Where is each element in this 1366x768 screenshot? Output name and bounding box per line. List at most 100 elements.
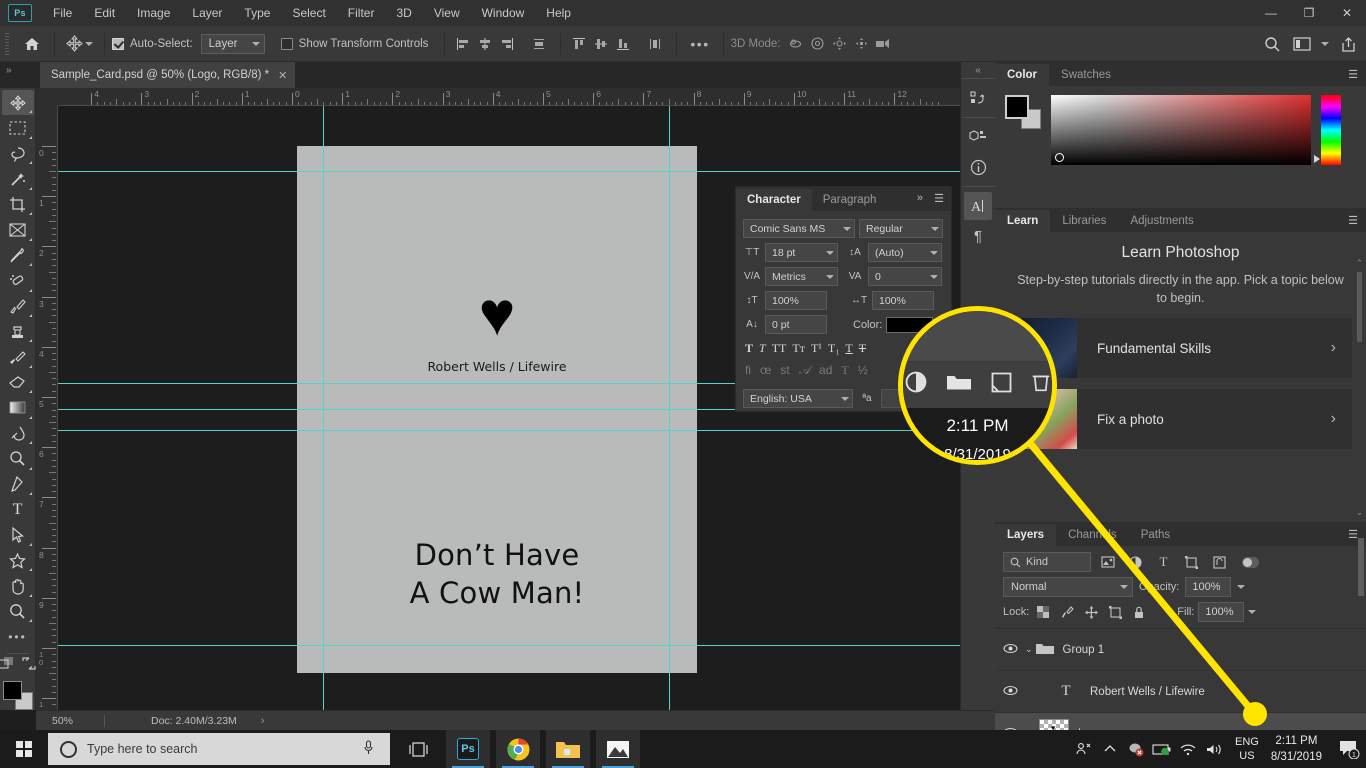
microphone-icon[interactable] xyxy=(363,739,374,759)
panel-overflow-icon[interactable]: » xyxy=(917,192,923,204)
menu-help[interactable]: Help xyxy=(535,2,582,24)
type-layer-filter-icon[interactable]: T xyxy=(1152,552,1175,572)
all-caps-button[interactable]: TT xyxy=(772,341,787,356)
auto-select-scope-dropdown[interactable]: Layer xyxy=(200,33,265,54)
eye-icon[interactable] xyxy=(995,685,1025,699)
tab-swatches[interactable]: Swatches xyxy=(1049,64,1123,86)
color-swatches[interactable] xyxy=(2,680,33,710)
guide-vertical-right[interactable] xyxy=(669,106,670,710)
meet-now-icon[interactable] xyxy=(1071,730,1097,768)
align-vertical-centers-button[interactable] xyxy=(590,33,612,55)
table-row[interactable]: ⌄ Group 1 xyxy=(995,629,1366,671)
file-explorer-taskbar-icon[interactable] xyxy=(546,730,590,768)
fill-field[interactable]: 100% xyxy=(1198,602,1245,622)
guide-horizontal-1[interactable] xyxy=(58,171,995,172)
tab-channels[interactable]: Channels xyxy=(1056,524,1129,546)
hue-strip[interactable] xyxy=(1314,95,1341,165)
orbit-3d-icon[interactable] xyxy=(784,33,806,55)
menu-file[interactable]: File xyxy=(42,2,83,24)
menu-view[interactable]: View xyxy=(423,2,471,24)
horizontal-ruler[interactable]: 4 3 2 1 0 1 2 3 4 5 6 7 8 9 10 11 12 xyxy=(58,88,995,106)
zoom-3d-camera-icon[interactable] xyxy=(872,33,894,55)
align-right-edges-button[interactable] xyxy=(496,33,518,55)
close-icon[interactable]: ✕ xyxy=(278,69,287,82)
align-horizontal-centers-button[interactable] xyxy=(474,33,496,55)
wifi-icon[interactable] xyxy=(1175,730,1201,768)
kerning-field[interactable]: Metrics xyxy=(765,267,838,286)
menu-type[interactable]: Type xyxy=(233,2,281,24)
scrollbar-thumb[interactable] xyxy=(1358,538,1364,596)
guide-horizontal-5[interactable] xyxy=(58,645,995,646)
crop-tool[interactable] xyxy=(2,192,34,217)
rectangular-marquee-tool[interactable] xyxy=(2,115,34,140)
learn-card-fundamental-skills[interactable]: Fundamental Skills › xyxy=(1009,318,1352,378)
pen-tool[interactable] xyxy=(2,472,34,497)
menu-image[interactable]: Image xyxy=(126,2,181,24)
move-tool[interactable] xyxy=(1,90,34,116)
document-tab[interactable]: Sample_Card.psd @ 50% (Logo, RGB/8) * ✕ xyxy=(40,62,296,88)
custom-shape-tool[interactable] xyxy=(2,548,34,573)
stylistic-alternates-button[interactable]: T xyxy=(841,363,848,378)
show-transform-controls-checkbox[interactable] xyxy=(280,37,293,50)
lock-image-pixels-icon[interactable] xyxy=(1057,603,1077,621)
adjustment-layer-filter-icon[interactable] xyxy=(1124,552,1147,572)
task-view-icon[interactable] xyxy=(396,730,440,768)
layers-scrollbar[interactable] xyxy=(1356,522,1366,657)
ruler-origin-corner[interactable] xyxy=(36,88,58,106)
menu-select[interactable]: Select xyxy=(281,2,336,24)
edit-toolbar-button[interactable]: ••• xyxy=(2,624,34,649)
quick-mask-icon[interactable] xyxy=(0,656,14,675)
chrome-taskbar-icon[interactable] xyxy=(496,730,540,768)
screen-mode-icon[interactable] xyxy=(22,657,36,675)
dodge-tool[interactable] xyxy=(2,446,34,471)
panel-menu-icon[interactable]: ☰ xyxy=(1348,68,1358,81)
standard-ligatures-button[interactable]: fi xyxy=(745,363,751,378)
collapse-panels-icon[interactable]: « xyxy=(975,65,981,76)
underline-button[interactable]: T xyxy=(845,341,852,356)
more-options-button[interactable]: ••• xyxy=(684,36,715,52)
vertical-ruler[interactable]: 0 1 2 3 4 5 6 7 8 9 1 0 1 1 xyxy=(36,106,58,710)
slide-3d-icon[interactable] xyxy=(850,33,872,55)
spot-healing-brush-tool[interactable] xyxy=(2,268,34,293)
tracking-field[interactable]: 0 xyxy=(868,267,942,286)
photoshop-taskbar-icon[interactable]: Ps xyxy=(446,730,490,768)
photos-taskbar-icon[interactable] xyxy=(596,730,640,768)
chevron-down-icon[interactable] xyxy=(1318,30,1332,58)
superscript-button[interactable]: T¹ xyxy=(811,341,822,356)
panel-menu-icon[interactable]: ☰ xyxy=(934,192,944,205)
tab-adjustments[interactable]: Adjustments xyxy=(1118,210,1205,232)
leading-field[interactable]: (Auto) xyxy=(868,243,942,262)
language-dropdown[interactable]: English: USA xyxy=(743,389,853,408)
shape-layer-filter-icon[interactable] xyxy=(1180,552,1203,572)
hand-tool[interactable] xyxy=(2,573,34,598)
scroll-up-icon[interactable]: ⌃ xyxy=(1355,258,1364,269)
font-style-dropdown[interactable]: Regular xyxy=(859,219,943,238)
guide-horizontal-4[interactable] xyxy=(58,430,995,431)
volume-icon[interactable] xyxy=(1201,730,1227,768)
layer-name[interactable]: Robert Wells / Lifewire xyxy=(1081,686,1205,698)
strikethrough-button[interactable]: T xyxy=(859,341,866,356)
blur-tool[interactable] xyxy=(2,421,34,446)
info-icon[interactable] xyxy=(964,153,992,181)
contextual-alternates-button[interactable]: œ xyxy=(760,363,771,378)
character-panel-icon[interactable]: A xyxy=(964,192,992,220)
options-bar-grip[interactable] xyxy=(4,32,12,55)
color-ramp[interactable] xyxy=(1051,95,1311,165)
blend-mode-dropdown[interactable]: Normal xyxy=(1003,577,1133,597)
faux-bold-button[interactable]: T xyxy=(745,341,753,356)
eraser-tool[interactable] xyxy=(2,370,34,395)
align-top-edges-button[interactable] xyxy=(568,33,590,55)
chevron-down-icon[interactable] xyxy=(1248,610,1257,614)
tool-preset-picker[interactable] xyxy=(62,35,97,52)
subscript-button[interactable]: T₁ xyxy=(828,341,840,356)
zoom-level-field[interactable]: 50% xyxy=(36,715,104,727)
pixel-layer-filter-icon[interactable] xyxy=(1096,552,1119,572)
status-expand-icon[interactable]: › xyxy=(237,715,265,727)
layer-name[interactable]: Group 1 xyxy=(1054,644,1105,656)
zoom-tool[interactable] xyxy=(2,599,34,624)
panel-expand-icon[interactable]: » xyxy=(6,65,12,76)
gradient-tool[interactable] xyxy=(2,395,34,420)
fractions-button[interactable]: ½ xyxy=(858,363,868,378)
faux-italic-button[interactable]: T xyxy=(759,341,766,356)
guide-vertical-left[interactable] xyxy=(323,106,324,710)
